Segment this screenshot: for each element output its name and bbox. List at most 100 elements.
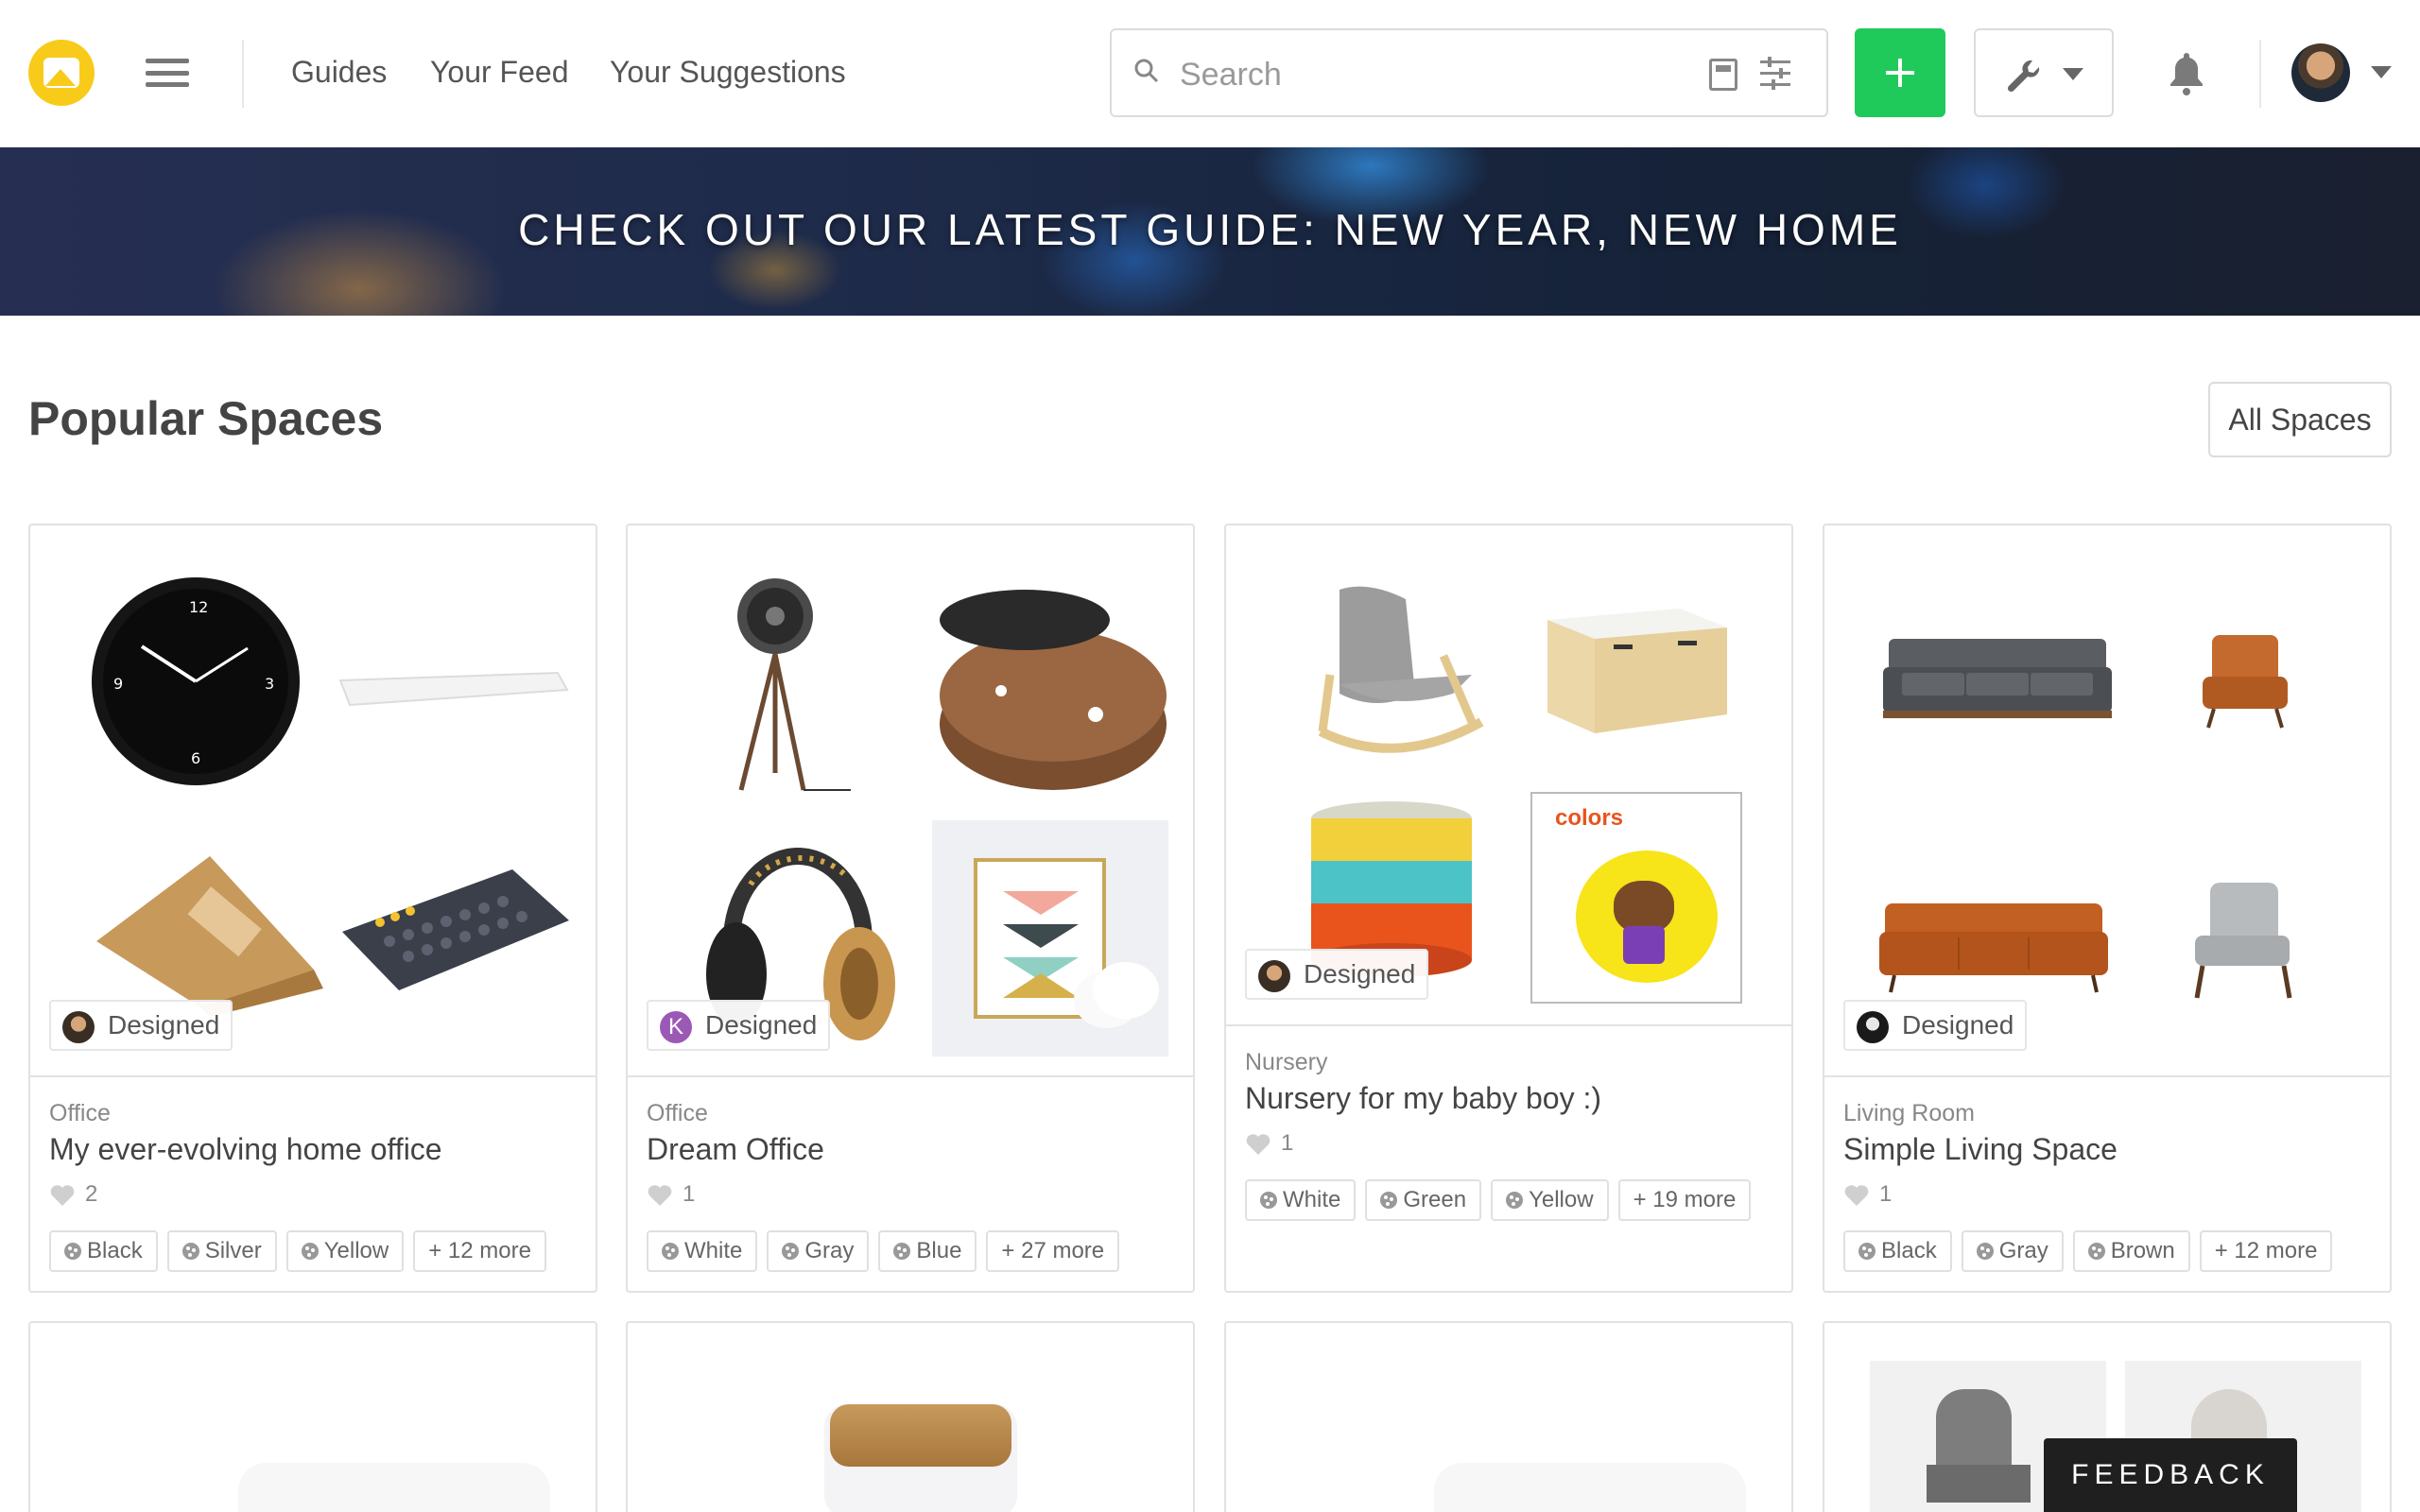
palette-icon [662, 1243, 679, 1260]
orange-armchair-image [2203, 635, 2288, 729]
color-tag[interactable]: Black [1843, 1230, 1952, 1272]
card-title[interactable]: Simple Living Space [1843, 1132, 2118, 1167]
tag-label: Yellow [1529, 1187, 1594, 1212]
palette-icon [301, 1243, 319, 1260]
designed-badge[interactable]: Designed [1843, 1000, 2028, 1051]
gray-sofa-image [1883, 639, 2112, 718]
palette-icon [1380, 1192, 1398, 1209]
palette-icon [1858, 1243, 1876, 1260]
designed-badge[interactable]: K Designed [647, 1000, 831, 1051]
tag-label: Blue [916, 1238, 962, 1263]
calculator-icon[interactable] [1709, 59, 1737, 91]
avatar-initial: K [660, 1011, 692, 1043]
art-print-image [932, 820, 1168, 1057]
svg-text:3: 3 [265, 675, 274, 693]
like-count-value: 2 [85, 1181, 98, 1207]
like-count[interactable]: 1 [1843, 1181, 1892, 1208]
space-card[interactable]: colors Designed Nursery Nursery for my b… [1224, 524, 1793, 1293]
space-card[interactable]: 12 3 6 9 Designed Office My ever-evolvin… [28, 524, 597, 1293]
color-tag[interactable]: Yellow [285, 1230, 405, 1272]
product-image [1434, 1463, 1746, 1512]
hamburger-menu-icon[interactable] [146, 59, 189, 87]
color-tag[interactable]: Silver [166, 1230, 277, 1272]
tripod-fan-image [737, 578, 851, 791]
card-title[interactable]: My ever-evolving home office [49, 1132, 442, 1167]
card-image-grid: K Designed [628, 525, 1193, 1077]
more-tags[interactable]: + 12 more [2199, 1230, 2333, 1272]
feedback-button[interactable]: FEEDBACK [2044, 1438, 2297, 1512]
palette-icon [1976, 1243, 1994, 1260]
search-input[interactable]: Search [1110, 28, 1828, 117]
wooden-tray-image [940, 590, 1167, 790]
product-image [830, 1404, 1011, 1467]
color-tag[interactable]: Brown [2072, 1230, 2190, 1272]
more-tags[interactable]: + 27 more [986, 1230, 1120, 1272]
nav-guides[interactable]: Guides [291, 55, 387, 90]
tag-label: Green [1403, 1187, 1467, 1212]
avatar[interactable] [2291, 43, 2350, 102]
all-spaces-button[interactable]: All Spaces [2208, 382, 2392, 457]
rocking-chair-image [1318, 586, 1484, 753]
badge-label: Designed [108, 1010, 220, 1040]
book-title: colors [1555, 805, 1624, 831]
product-image [238, 1463, 550, 1512]
color-tag[interactable]: White [647, 1230, 758, 1272]
svg-text:12: 12 [189, 598, 208, 616]
badge-label: Designed [1902, 1010, 2014, 1040]
tools-dropdown-button[interactable] [1974, 28, 2114, 117]
tag-label: Brown [2110, 1238, 2175, 1263]
add-button[interactable] [1855, 28, 1945, 117]
more-tags[interactable]: + 19 more [1617, 1179, 1752, 1221]
color-tag[interactable]: Gray [1961, 1230, 2064, 1272]
color-tag[interactable]: Green [1365, 1179, 1482, 1221]
color-tag[interactable]: Gray [767, 1230, 870, 1272]
avatar [62, 1011, 95, 1043]
more-tags[interactable]: + 12 more [413, 1230, 546, 1272]
wrench-icon [2007, 60, 2040, 93]
designed-badge[interactable]: Designed [1245, 949, 1429, 1000]
like-count[interactable]: 1 [1245, 1130, 1293, 1157]
color-tags: Black Gray Brown + 12 more [1843, 1230, 2380, 1272]
bell-icon[interactable] [2169, 49, 2204, 96]
designed-badge[interactable]: Designed [49, 1000, 233, 1051]
color-tag[interactable]: Black [49, 1230, 158, 1272]
storage-chest-image [1547, 609, 1727, 733]
heart-icon [1844, 1184, 1869, 1206]
avatar [1258, 960, 1290, 992]
palette-icon [1260, 1192, 1277, 1209]
tag-label: White [684, 1238, 743, 1263]
color-tag[interactable]: Yellow [1491, 1179, 1609, 1221]
card-title[interactable]: Nursery for my baby boy :) [1245, 1081, 1601, 1116]
space-card[interactable]: K Designed Office Dream Office 1 White G… [626, 524, 1195, 1293]
space-card[interactable] [626, 1321, 1195, 1512]
filter-sliders-icon[interactable] [1760, 57, 1790, 90]
color-tag[interactable]: Blue [878, 1230, 977, 1272]
divider [242, 40, 244, 108]
like-count[interactable]: 2 [49, 1181, 97, 1208]
tag-label: Yellow [323, 1238, 389, 1263]
colors-book-image: colors [1530, 792, 1742, 1004]
heart-icon [50, 1184, 75, 1206]
space-card[interactable] [28, 1321, 597, 1512]
card-title[interactable]: Dream Office [647, 1132, 824, 1167]
color-tag[interactable]: White [1245, 1179, 1357, 1221]
palette-icon [182, 1243, 199, 1260]
logo-icon[interactable] [28, 40, 95, 106]
search-placeholder: Search [1180, 57, 1282, 93]
space-card[interactable]: Designed Living Room Simple Living Space… [1823, 524, 2392, 1293]
card-category: Office [49, 1100, 111, 1126]
nav-your-feed[interactable]: Your Feed [430, 55, 568, 90]
tag-label: Gray [1998, 1238, 2048, 1263]
promo-banner[interactable]: CHECK OUT OUR LATEST GUIDE: NEW YEAR, NE… [0, 147, 2420, 316]
like-count[interactable]: 1 [647, 1181, 695, 1208]
nav-your-suggestions[interactable]: Your Suggestions [610, 55, 846, 90]
tag-label: Black [1881, 1238, 1937, 1263]
chevron-down-icon[interactable] [2371, 66, 2392, 78]
card-image-grid: Designed [1824, 525, 2390, 1077]
badge-label: Designed [1304, 959, 1416, 988]
card-category: Nursery [1245, 1049, 1328, 1075]
trackpad-image [338, 671, 569, 707]
tag-label: Black [87, 1238, 143, 1263]
heart-icon [1246, 1133, 1270, 1155]
space-card[interactable] [1224, 1321, 1793, 1512]
